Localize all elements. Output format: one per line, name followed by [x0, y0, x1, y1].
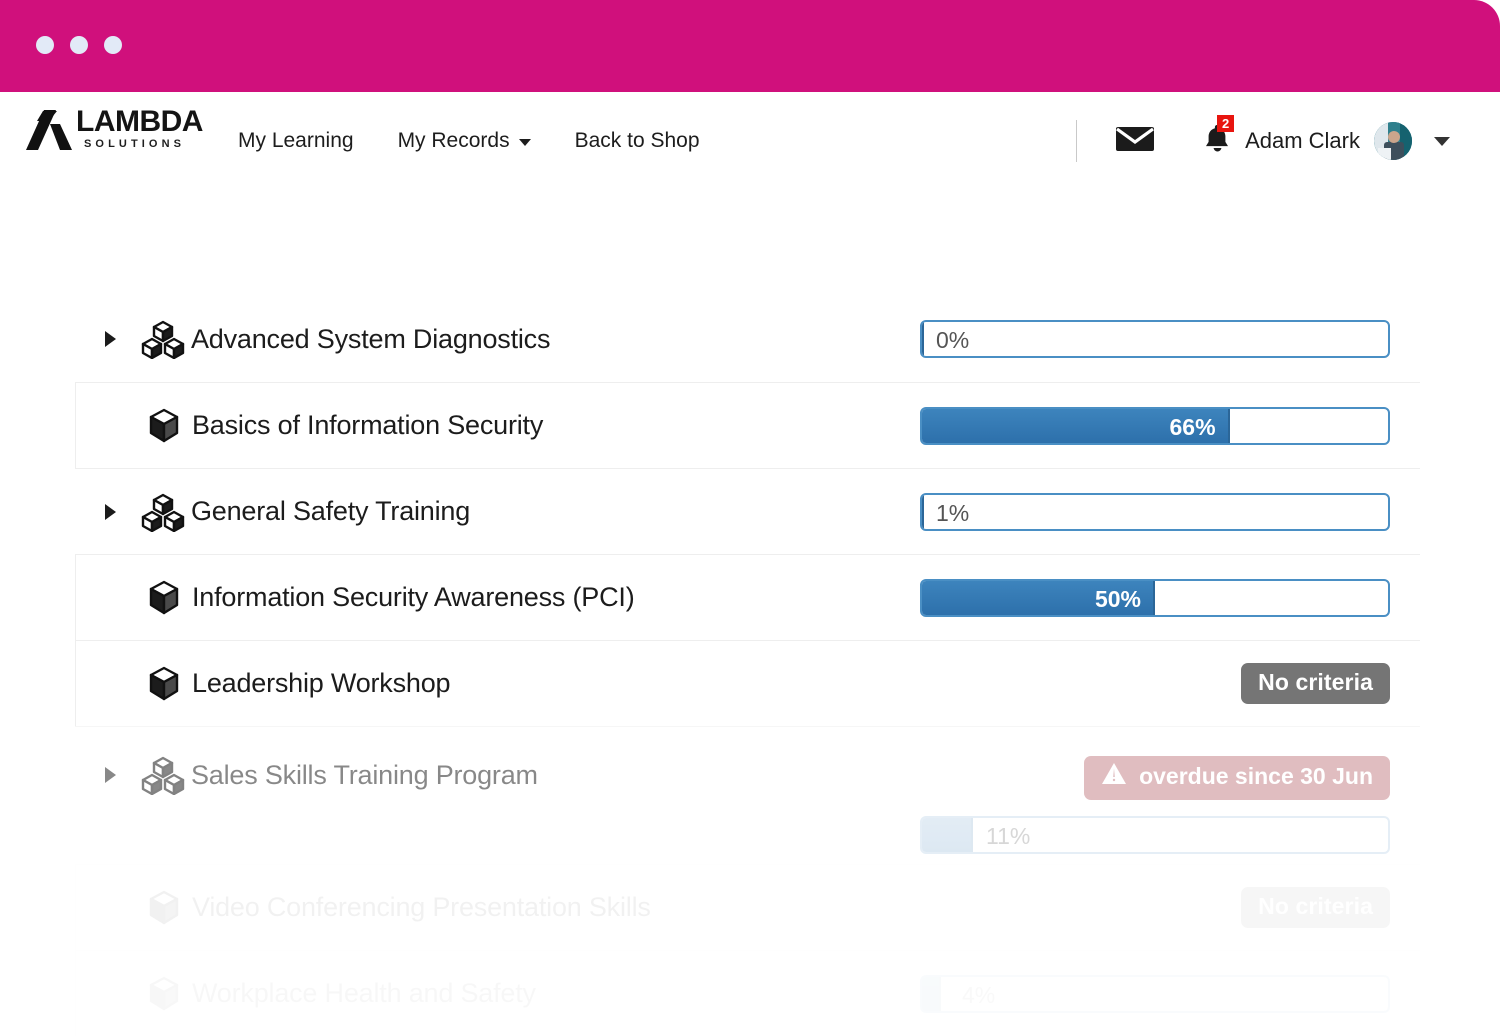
progress-label: 50% [1094, 585, 1141, 612]
course-cube-icon [136, 889, 192, 927]
table-row[interactable]: Advanced System Diagnostics 0% [75, 296, 1420, 382]
status-badge: No criteria [1241, 887, 1390, 928]
nav-item-my-learning[interactable]: My Learning [238, 126, 354, 156]
expand-toggle[interactable] [105, 503, 135, 520]
row-status: 50% [920, 578, 1420, 617]
row-status: 0% [920, 320, 1420, 358]
table-row[interactable]: Basics of Information Security 66% [75, 382, 1420, 468]
nav-divider [1076, 120, 1078, 162]
progress-bar-fill [922, 817, 974, 852]
notification-count-badge: 2 [1217, 114, 1235, 132]
progress-bar[interactable]: 0% [920, 320, 1390, 358]
window-minimize-dot[interactable] [70, 36, 88, 54]
program-cubes-icon [135, 319, 191, 359]
nav-item-back-to-shop-label: Back to Shop [574, 129, 700, 152]
overdue-label: overdue since 30 Jun [1139, 763, 1373, 789]
nav-item-my-records[interactable]: My Records [398, 126, 531, 156]
progress-bar-fill: 50% [922, 580, 1155, 615]
course-cube-icon [136, 579, 192, 617]
window-maximize-dot[interactable] [104, 36, 122, 54]
logo-wordmark: LAMBDA [76, 105, 203, 138]
triangle-right-icon [105, 503, 116, 520]
row-left-content: Video Conferencing Presentation Skills [76, 889, 950, 927]
avatar[interactable] [1374, 122, 1412, 160]
progress-bar[interactable]: 50% [920, 578, 1390, 617]
primary-nav-links: My Learning My Records Back to Shop [238, 126, 700, 156]
table-row[interactable]: Leadership Workshop No criteria [75, 640, 1420, 726]
table-row[interactable]: Sales Skills Training Program overdue si… [75, 726, 1420, 864]
progress-label: 1% [936, 499, 970, 526]
program-cubes-icon [135, 492, 191, 532]
progress-bar[interactable]: 66% [920, 406, 1390, 445]
site-logo[interactable]: LAMBDA SOLUTIONS [24, 105, 203, 157]
progress-bar-fill [922, 494, 924, 529]
row-left-content: Sales Skills Training Program [75, 755, 950, 795]
table-row[interactable]: Information Security Awareness (PCI) 50% [75, 554, 1420, 640]
caret-down-icon[interactable] [1434, 136, 1450, 146]
row-left-content: Basics of Information Security [76, 407, 950, 445]
course-title: Workplace Health and Safety [192, 978, 536, 1009]
program-cubes-icon [135, 755, 191, 795]
nav-item-my-learning-label: My Learning [238, 129, 354, 152]
user-name-label: Adam Clark [1245, 128, 1360, 153]
progress-bar-fill: 66% [922, 408, 1230, 443]
triangle-right-icon [105, 331, 116, 347]
row-status: 1% [920, 492, 1420, 531]
progress-bar-fill [922, 977, 941, 1011]
progress-label: 4% [962, 977, 995, 1013]
progress-label: 66% [1169, 413, 1216, 440]
progress-label: 11% [986, 822, 1031, 849]
row-left-content: Leadership Workshop [76, 665, 950, 703]
nav-item-my-records-label: My Records [397, 129, 510, 152]
expand-toggle[interactable] [105, 767, 135, 783]
progress-bar-fill [922, 322, 924, 356]
window-controls [36, 36, 122, 54]
overdue-status-badge: overdue since 30 Jun [1084, 755, 1390, 800]
row-left-content: Workplace Health and Safety [76, 975, 950, 1013]
nav-utility-area: 2 Adam Clark [1076, 114, 1450, 162]
table-row[interactable]: Video Conferencing Presentation Skills N… [75, 864, 1420, 950]
course-title: Information Security Awareness (PCI) [192, 582, 635, 612]
browser-window-chrome [0, 0, 1500, 92]
progress-bar[interactable]: 11% [920, 815, 1390, 854]
row-left-content: Information Security Awareness (PCI) [76, 579, 950, 617]
top-navigation-bar: LAMBDA SOLUTIONS My Learning My Records … [0, 92, 1492, 192]
table-row[interactable]: General Safety Training 1% [75, 468, 1420, 554]
row-status: 66% [920, 406, 1420, 445]
course-title: Video Conferencing Presentation Skills [192, 892, 651, 922]
window-close-dot[interactable] [36, 36, 54, 54]
progress-bar[interactable]: 4% [920, 975, 1390, 1013]
warning-triangle-icon [1101, 762, 1127, 792]
row-status: No criteria [950, 887, 1420, 928]
logo-tagline: SOLUTIONS [84, 138, 186, 150]
row-left-content: General Safety Training [75, 492, 950, 532]
lambda-arrow-mark-icon [24, 108, 76, 157]
nav-item-back-to-shop[interactable]: Back to Shop [575, 126, 700, 156]
course-title: Advanced System Diagnostics [191, 323, 551, 354]
table-row[interactable]: Workplace Health and Safety 4% [75, 950, 1420, 1036]
row-status: overdue since 30 Jun 11% [920, 738, 1420, 854]
row-status: 4% [950, 975, 1420, 1013]
bell-icon[interactable]: 2 [1203, 114, 1235, 160]
course-title: Leadership Workshop [192, 668, 451, 698]
row-status: No criteria [950, 663, 1420, 704]
course-title: Sales Skills Training Program [191, 759, 538, 790]
course-cube-icon [136, 407, 192, 445]
course-title: General Safety Training [191, 496, 471, 526]
page-content: LAMBDA SOLUTIONS My Learning My Records … [0, 92, 1492, 950]
course-cube-icon [136, 975, 192, 1013]
course-cube-icon [136, 665, 192, 703]
chevron-down-icon [518, 139, 531, 146]
status-badge: No criteria [1241, 663, 1390, 704]
course-list: Advanced System Diagnostics 0% Basics of… [75, 296, 1420, 1036]
progress-label: 0% [936, 327, 970, 353]
expand-toggle[interactable] [105, 331, 135, 347]
progress-bar[interactable]: 1% [920, 492, 1390, 531]
triangle-right-icon [105, 767, 116, 783]
course-title: Basics of Information Security [192, 410, 544, 440]
row-left-content: Advanced System Diagnostics [75, 319, 950, 359]
envelope-icon[interactable] [1115, 125, 1155, 158]
